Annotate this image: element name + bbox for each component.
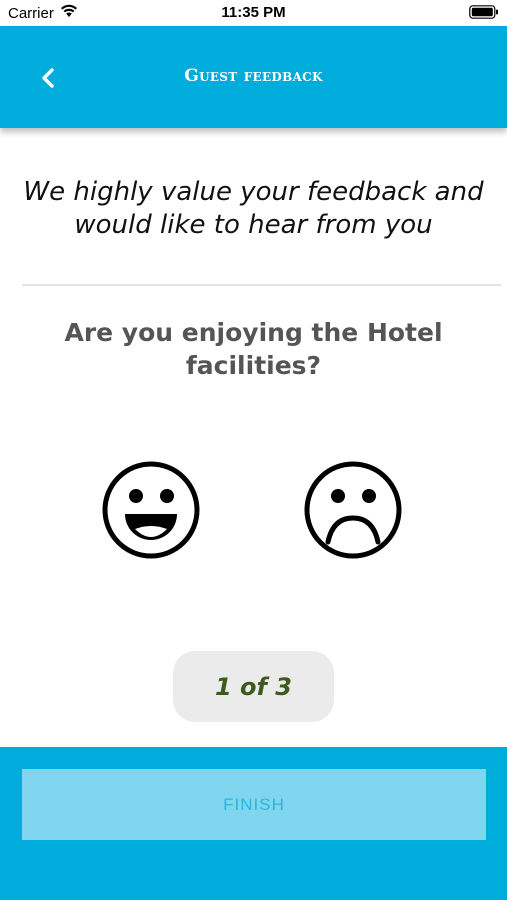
progress-label: 1 of 3 [214, 672, 293, 701]
footer: FINISH [0, 747, 507, 900]
question-text: Are you enjoying the Hotel facilities? [64, 318, 443, 380]
question-progress-badge: 1 of 3 [173, 651, 334, 722]
status-bar: Carrier 11:35 PM [0, 0, 507, 26]
sad-face-icon [303, 461, 403, 564]
battery-icon [469, 5, 499, 23]
finish-button[interactable]: FINISH [22, 769, 486, 840]
page-title: Guest feedback [184, 66, 323, 86]
intro-text: We highly value your feedback and would … [23, 177, 484, 240]
status-time: 11:35 PM [221, 4, 286, 21]
happy-answer-button[interactable] [101, 460, 201, 560]
divider [22, 284, 501, 286]
navigation-bar: Guest feedback [0, 26, 507, 128]
sad-answer-button[interactable] [303, 460, 403, 560]
happy-face-icon [101, 461, 201, 564]
